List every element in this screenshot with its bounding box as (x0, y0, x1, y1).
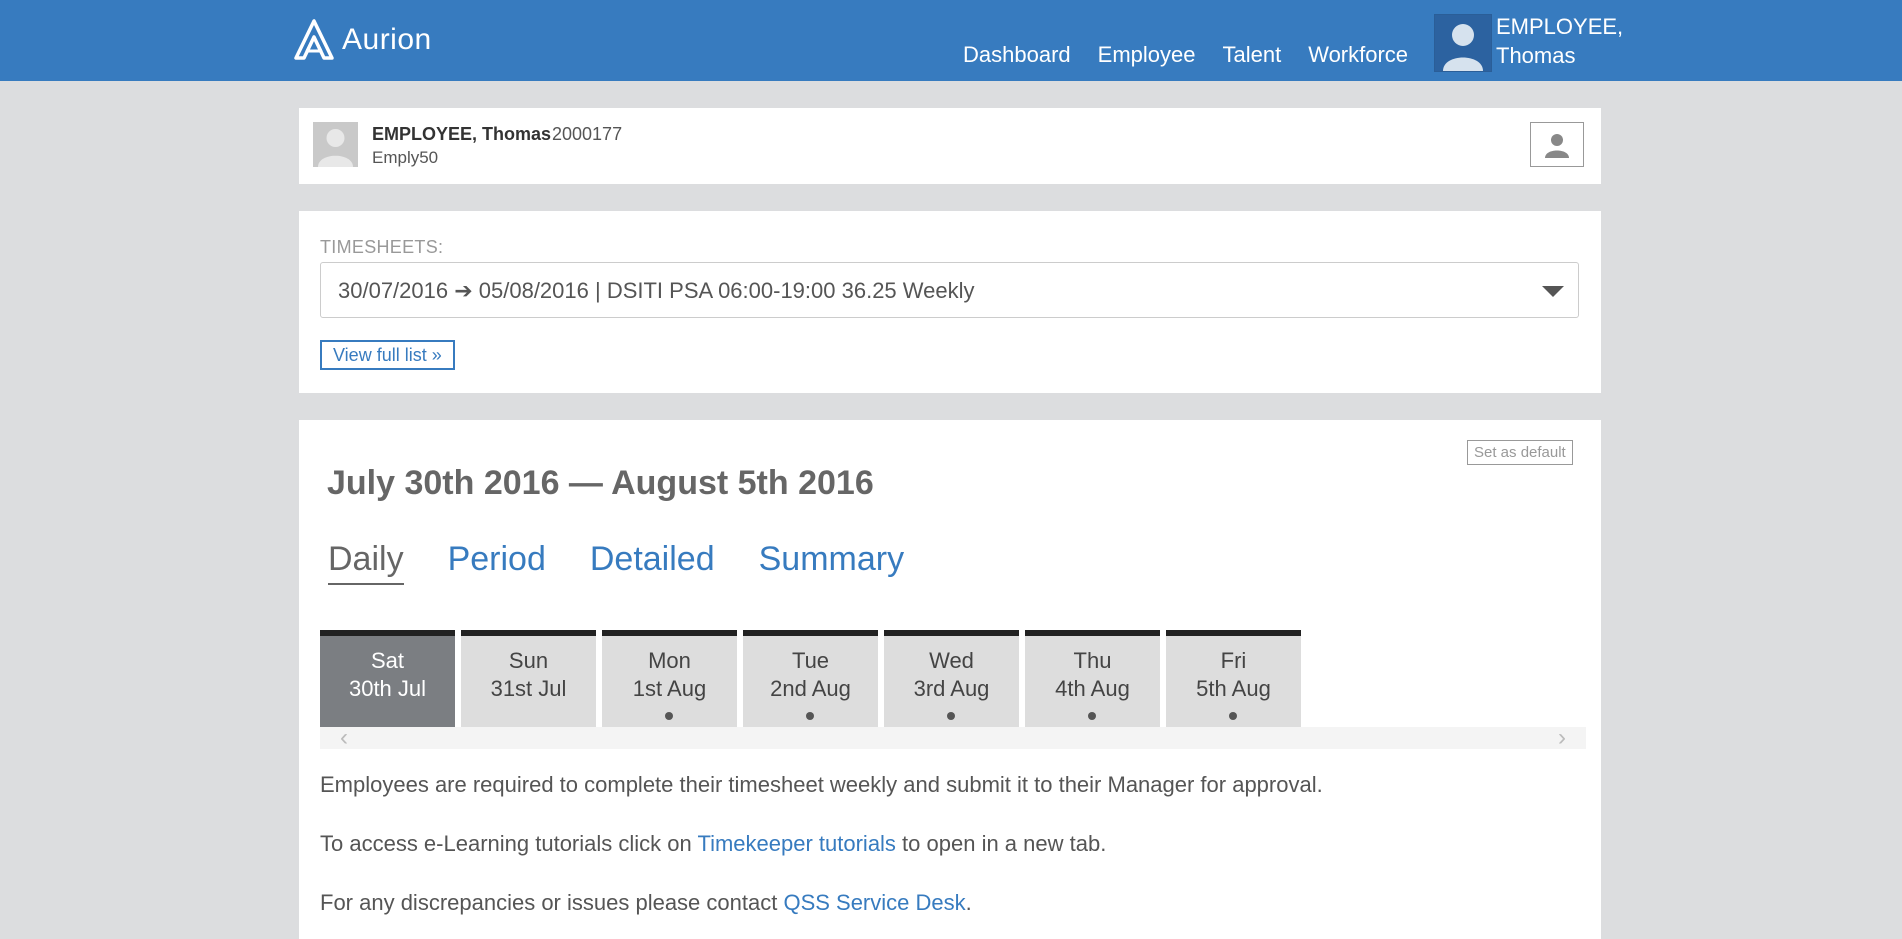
timesheet-selected-value: 30/07/2016 ➔ 05/08/2016 | DSITI PSA 06:0… (338, 278, 975, 303)
support-text: For any discrepancies or issues please c… (320, 890, 972, 916)
main-nav: Dashboard Employee Talent Workforce (963, 42, 1435, 68)
tab-detailed[interactable]: Detailed (590, 540, 715, 585)
user-name-line2: Thomas (1496, 43, 1576, 68)
user-silhouette-icon (1443, 24, 1483, 71)
view-tabs: Daily Period Detailed Summary (328, 540, 948, 585)
day-date: 1st Aug (632, 676, 707, 701)
tab-period[interactable]: Period (448, 540, 546, 585)
chevron-right-icon[interactable]: › (1558, 726, 1566, 750)
entry-dot-indicator (665, 712, 673, 720)
employee-photo (313, 122, 358, 167)
employee-id: 2000177 (552, 124, 623, 144)
tutorial-text: To access e-Learning tutorials click on … (320, 831, 1106, 857)
day-tab-thu[interactable]: Thu 4th Aug (1025, 630, 1160, 727)
nav-employee[interactable]: Employee (1098, 42, 1196, 68)
day-tab-mon[interactable]: Mon 1st Aug (602, 630, 737, 727)
set-as-default-button[interactable]: Set as default (1467, 440, 1573, 465)
entry-dot-indicator (947, 712, 955, 720)
day-date: 5th Aug (1196, 676, 1271, 701)
day-scrollbar[interactable]: ‹ › (320, 726, 1586, 750)
user-avatar[interactable] (1434, 14, 1492, 72)
day-tab-fri[interactable]: Fri 5th Aug (1166, 630, 1301, 727)
day-date: 31st Jul (490, 676, 567, 701)
person-placeholder-icon (318, 129, 353, 167)
chevron-left-icon[interactable]: ‹ (340, 726, 348, 750)
entry-dot-indicator (806, 712, 814, 720)
day-date: 4th Aug (1055, 676, 1130, 701)
person-icon (1545, 133, 1569, 158)
day-date: 3rd Aug (913, 676, 990, 701)
employee-card: EMPLOYEE, Thomas 2000177 Emply50 (299, 108, 1601, 184)
tab-daily[interactable]: Daily (328, 540, 404, 585)
timesheets-label: TIMESHEETS: (320, 237, 444, 257)
period-title: July 30th 2016 — August 5th 2016 (327, 464, 874, 502)
tutorial-text-after: to open in a new tab. (895, 831, 1107, 856)
nav-talent[interactable]: Talent (1222, 42, 1281, 68)
day-name: Tue (791, 648, 830, 673)
instruction-text: Employees are required to complete their… (320, 772, 1323, 797)
timekeeper-tutorials-link[interactable]: Timekeeper tutorials (697, 831, 895, 856)
day-name: Fri (1220, 648, 1247, 673)
day-date: 2nd Aug (770, 676, 851, 701)
day-name: Mon (648, 648, 691, 673)
employee-profile-button[interactable] (1530, 122, 1584, 167)
timesheet-select[interactable]: 30/07/2016 ➔ 05/08/2016 | DSITI PSA 06:0… (320, 262, 1579, 318)
day-name: Sun (508, 648, 549, 673)
day-name: Sat (370, 648, 405, 673)
timesheets-panel: TIMESHEETS: 30/07/2016 ➔ 05/08/2016 | DS… (299, 211, 1601, 393)
support-text-before: For any discrepancies or issues please c… (320, 890, 784, 915)
user-name-line1: EMPLOYEE, (1496, 14, 1624, 39)
day-tab-sat[interactable]: Sat 30th Jul (320, 630, 455, 727)
qss-service-desk-link[interactable]: QSS Service Desk (783, 890, 965, 915)
tutorial-text-before: To access e-Learning tutorials click on (320, 831, 698, 856)
employee-name: EMPLOYEE, Thomas (372, 124, 552, 144)
entry-dot-indicator (1088, 712, 1096, 720)
nav-workforce[interactable]: Workforce (1308, 42, 1408, 68)
day-tab-sun[interactable]: Sun 31st Jul (461, 630, 596, 727)
day-selector: Sat 30th Jul Sun 31st Jul Mon 1st Aug Tu… (320, 630, 1307, 727)
day-name: Wed (929, 648, 974, 673)
logo-text: Aurion (342, 23, 432, 56)
entry-dot-indicator (1229, 712, 1237, 720)
day-tab-tue[interactable]: Tue 2nd Aug (743, 630, 878, 727)
day-tab-wed[interactable]: Wed 3rd Aug (884, 630, 1019, 727)
timesheet-detail-panel: Set as default July 30th 2016 — August 5… (299, 420, 1601, 939)
aurion-logo-icon (294, 19, 334, 60)
chevron-down-icon[interactable] (1542, 286, 1564, 297)
nav-dashboard[interactable]: Dashboard (963, 42, 1071, 68)
aurion-logo[interactable]: Aurion (292, 18, 432, 62)
view-full-list-button[interactable]: View full list » (320, 340, 455, 370)
top-navigation-bar: Aurion Dashboard Employee Talent Workfor… (0, 0, 1902, 81)
user-menu[interactable]: EMPLOYEE, Thomas (1496, 12, 1623, 70)
day-date: 30th Jul (348, 676, 427, 701)
employee-code: Emply50 (372, 148, 439, 167)
day-name: Thu (1073, 648, 1112, 673)
support-text-after: . (965, 890, 972, 915)
tab-summary[interactable]: Summary (759, 540, 904, 585)
